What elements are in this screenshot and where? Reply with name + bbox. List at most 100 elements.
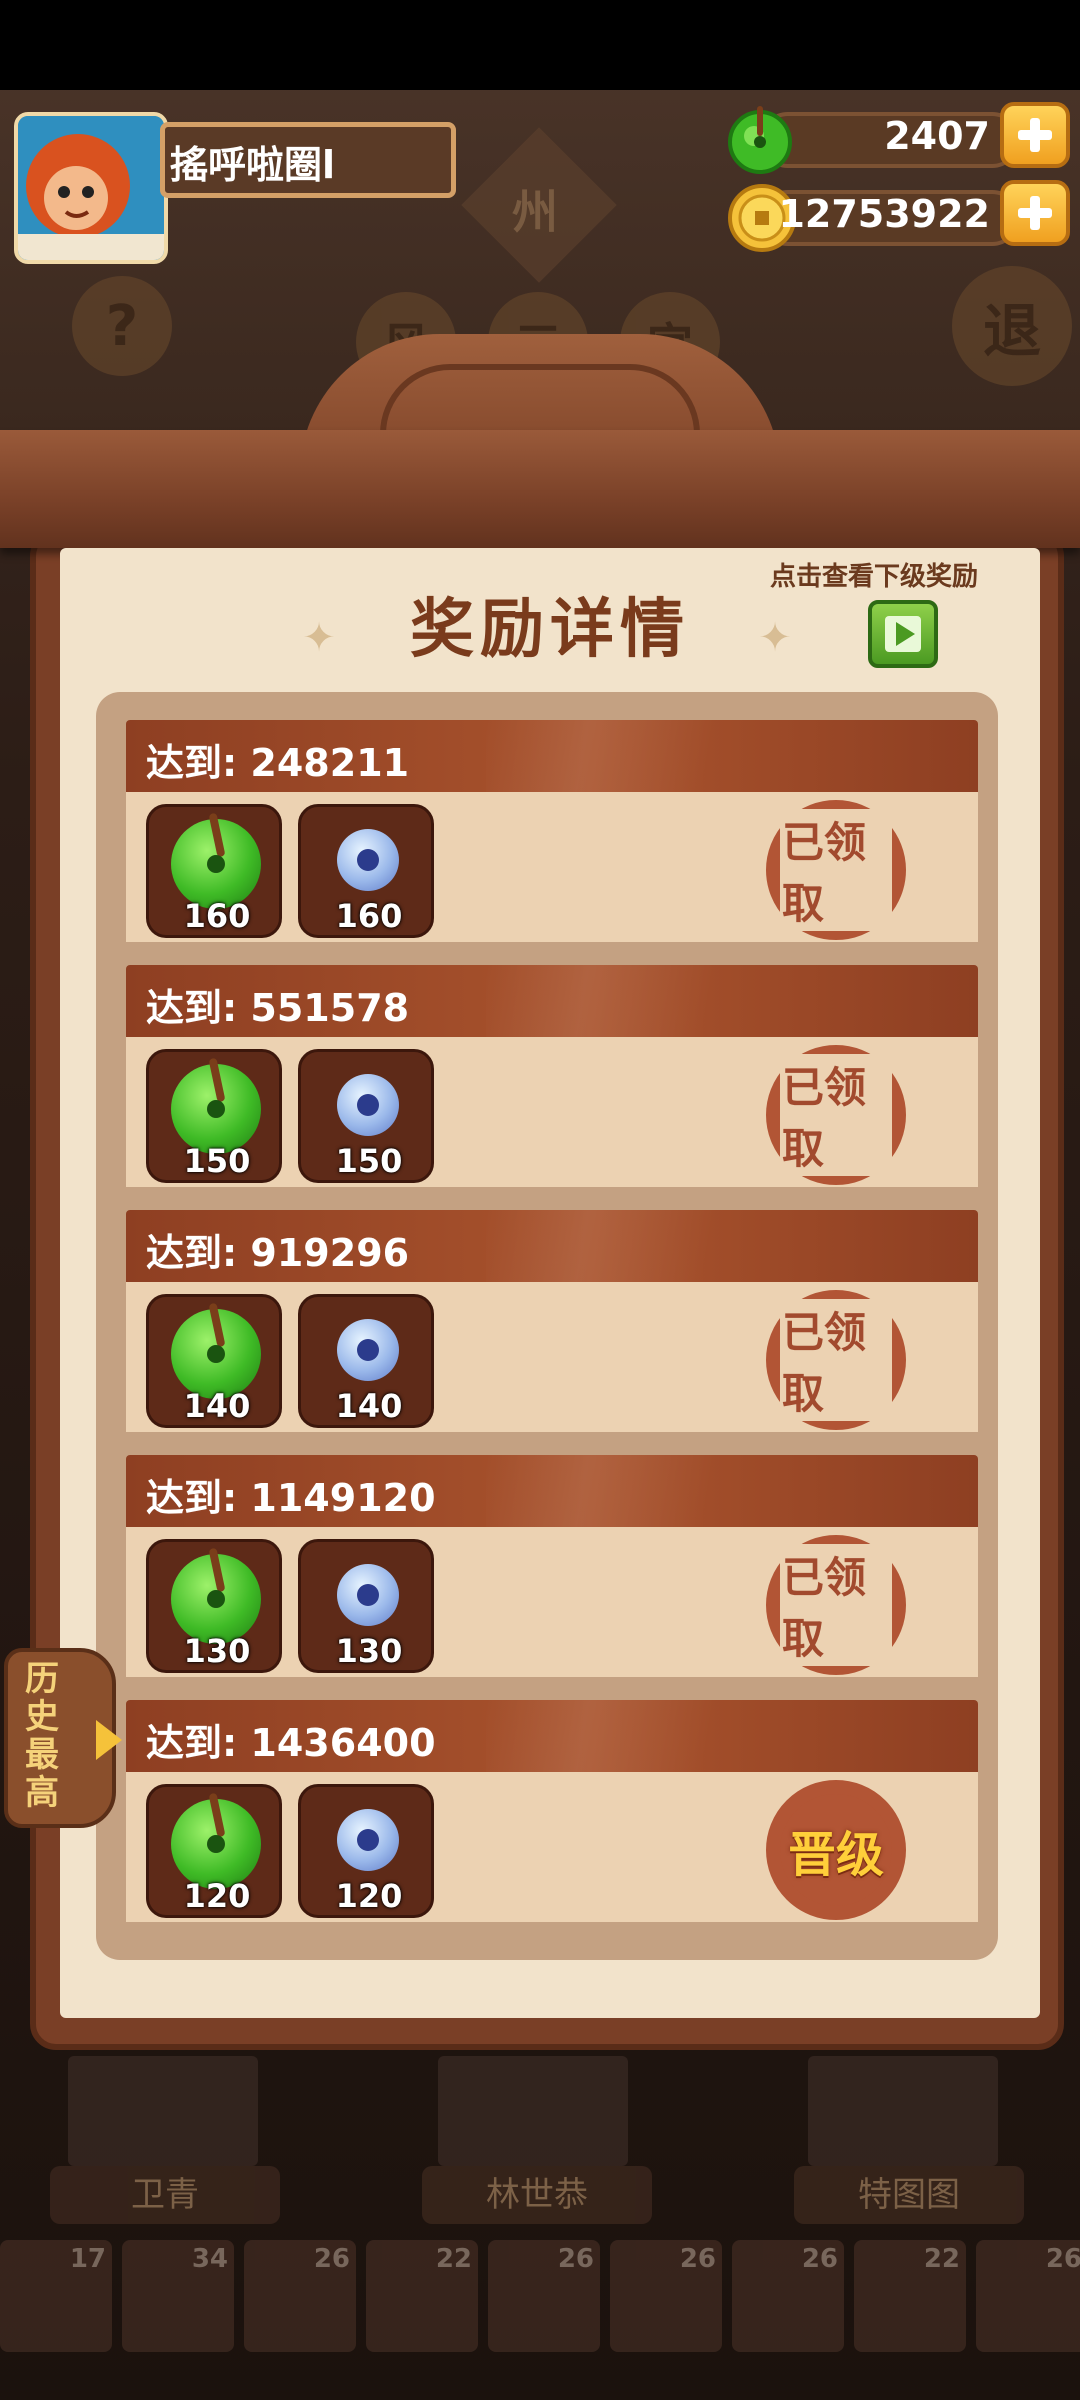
character-name-2: 林世恭 (422, 2166, 652, 2224)
character-card-1 (68, 2056, 258, 2166)
jade-hole (207, 1835, 225, 1853)
blue-jade-disc-icon (337, 1809, 399, 1871)
avatar[interactable] (14, 112, 168, 264)
add-coins-button[interactable] (1000, 180, 1070, 246)
food-item: 26 (610, 2240, 722, 2352)
jade-amount: 150 (183, 1142, 251, 1180)
reward-card-header-shine (486, 1455, 986, 1527)
food-count: 26 (557, 2244, 594, 2274)
reward-status-label: 已领取 (780, 1299, 892, 1421)
jade-cord (208, 1057, 226, 1103)
reward-slot-disc[interactable]: 140 (298, 1294, 434, 1428)
panel-title: 奖励详情 (410, 593, 690, 667)
green-jade-pendant-icon (171, 1792, 261, 1889)
blue-jade-disc-icon (337, 1564, 399, 1626)
reward-status-stamp: 已领取 (766, 1045, 906, 1185)
character-name-3: 特图图 (794, 2166, 1024, 2224)
frame-arch-ornament (380, 364, 700, 434)
reward-status-stamp: 已领取 (766, 800, 906, 940)
reward-slot-jade[interactable]: 150 (146, 1049, 282, 1183)
reward-status-stamp: 已领取 (766, 1290, 906, 1430)
food-item: 22 (366, 2240, 478, 2352)
reward-slot-disc[interactable]: 120 (298, 1784, 434, 1918)
jade-hole (207, 1100, 225, 1118)
jade-amount: 130 (183, 1632, 251, 1670)
reward-card: 达到: 1149120 130 130 已领取 (126, 1455, 986, 1685)
reward-card: 达到: 1436400 120 120 晋级 (126, 1700, 986, 1930)
help-icon: ? (72, 276, 172, 376)
disc-amount: 160 (335, 897, 403, 935)
food-item: 22 (854, 2240, 966, 2352)
food-item: 26 (976, 2240, 1080, 2352)
character-card-3 (808, 2056, 998, 2166)
reward-status-label: 晋级 (787, 1827, 884, 1883)
exit-button: 退 (952, 266, 1072, 386)
player-name: 搖呼啦圈l (170, 143, 336, 187)
character-card-2 (438, 2056, 628, 2166)
plus-icon (1018, 196, 1052, 230)
jade-amount: 120 (183, 1877, 251, 1915)
reward-status-label: 已领取 (780, 1544, 892, 1666)
reward-status-label: 已领取 (780, 1054, 892, 1176)
food-count: 22 (435, 2244, 472, 2274)
reward-threshold: 达到: 919296 (146, 1231, 410, 1275)
blue-jade-disc-icon (337, 1319, 399, 1381)
reward-card-header-shine (486, 1700, 986, 1772)
jade-balance: 2407 (884, 114, 990, 158)
jade-cord (208, 1792, 226, 1838)
reward-card-header-shine (486, 720, 986, 792)
green-jade-pendant-icon (171, 812, 261, 909)
chevron-right-icon (96, 1720, 122, 1760)
disc-amount: 130 (335, 1632, 403, 1670)
reward-threshold: 达到: 1436400 (146, 1721, 436, 1765)
food-item: 17 (0, 2240, 112, 2352)
disc-amount: 150 (335, 1142, 403, 1180)
food-count: 17 (69, 2244, 106, 2274)
jade-amount: 160 (183, 897, 251, 935)
food-count: 22 (923, 2244, 960, 2274)
food-item: 26 (488, 2240, 600, 2352)
reward-slot-disc[interactable]: 130 (298, 1539, 434, 1673)
next-level-button[interactable] (868, 600, 938, 668)
reward-slot-jade[interactable]: 130 (146, 1539, 282, 1673)
reward-card-header-shine (486, 965, 986, 1037)
status-bar (0, 0, 1080, 90)
reward-status-label: 已领取 (780, 809, 892, 931)
jade-amount: 140 (183, 1387, 251, 1425)
food-count: 26 (679, 2244, 716, 2274)
reward-card: 达到: 248211 160 160 已领取 (126, 720, 986, 950)
reward-threshold: 达到: 248211 (146, 741, 410, 785)
food-count: 26 (1045, 2244, 1080, 2274)
green-jade-pendant-icon (171, 1547, 261, 1644)
reward-slot-jade[interactable]: 140 (146, 1294, 282, 1428)
jade-cord (208, 1547, 226, 1593)
reward-card: 达到: 551578 150 150 已领取 (126, 965, 986, 1195)
plus-icon (1018, 118, 1052, 152)
reward-slot-jade[interactable]: 120 (146, 1784, 282, 1918)
disc-hole (357, 1584, 379, 1606)
disc-amount: 120 (335, 1877, 403, 1915)
add-jade-button[interactable] (1000, 102, 1070, 168)
reward-card-header-shine (486, 1210, 986, 1282)
blue-jade-disc-icon (337, 829, 399, 891)
coin-balance: 12753922 (778, 192, 990, 236)
title-right-ornament-icon: ✦ (758, 615, 798, 661)
food-count: 26 (313, 2244, 350, 2274)
jade-hole (207, 1590, 225, 1608)
food-count: 26 (801, 2244, 838, 2274)
character-name-1: 卫青 (50, 2166, 280, 2224)
jade-hole (207, 855, 225, 873)
promote-button[interactable]: 晋级 (766, 1780, 906, 1920)
reward-slot-disc[interactable]: 150 (298, 1049, 434, 1183)
reward-slot-jade[interactable]: 160 (146, 804, 282, 938)
disc-hole (357, 849, 379, 871)
green-jade-pendant-icon (171, 1057, 261, 1154)
frame-top-beam (0, 430, 1080, 548)
title-left-ornament-icon: ✦ (302, 615, 342, 661)
disc-hole (357, 1829, 379, 1851)
blue-jade-disc-icon (337, 1074, 399, 1136)
reward-slot-disc[interactable]: 160 (298, 804, 434, 938)
food-item: 26 (732, 2240, 844, 2352)
jade-cord (208, 812, 226, 858)
reward-card: 达到: 919296 140 140 已领取 (126, 1210, 986, 1440)
